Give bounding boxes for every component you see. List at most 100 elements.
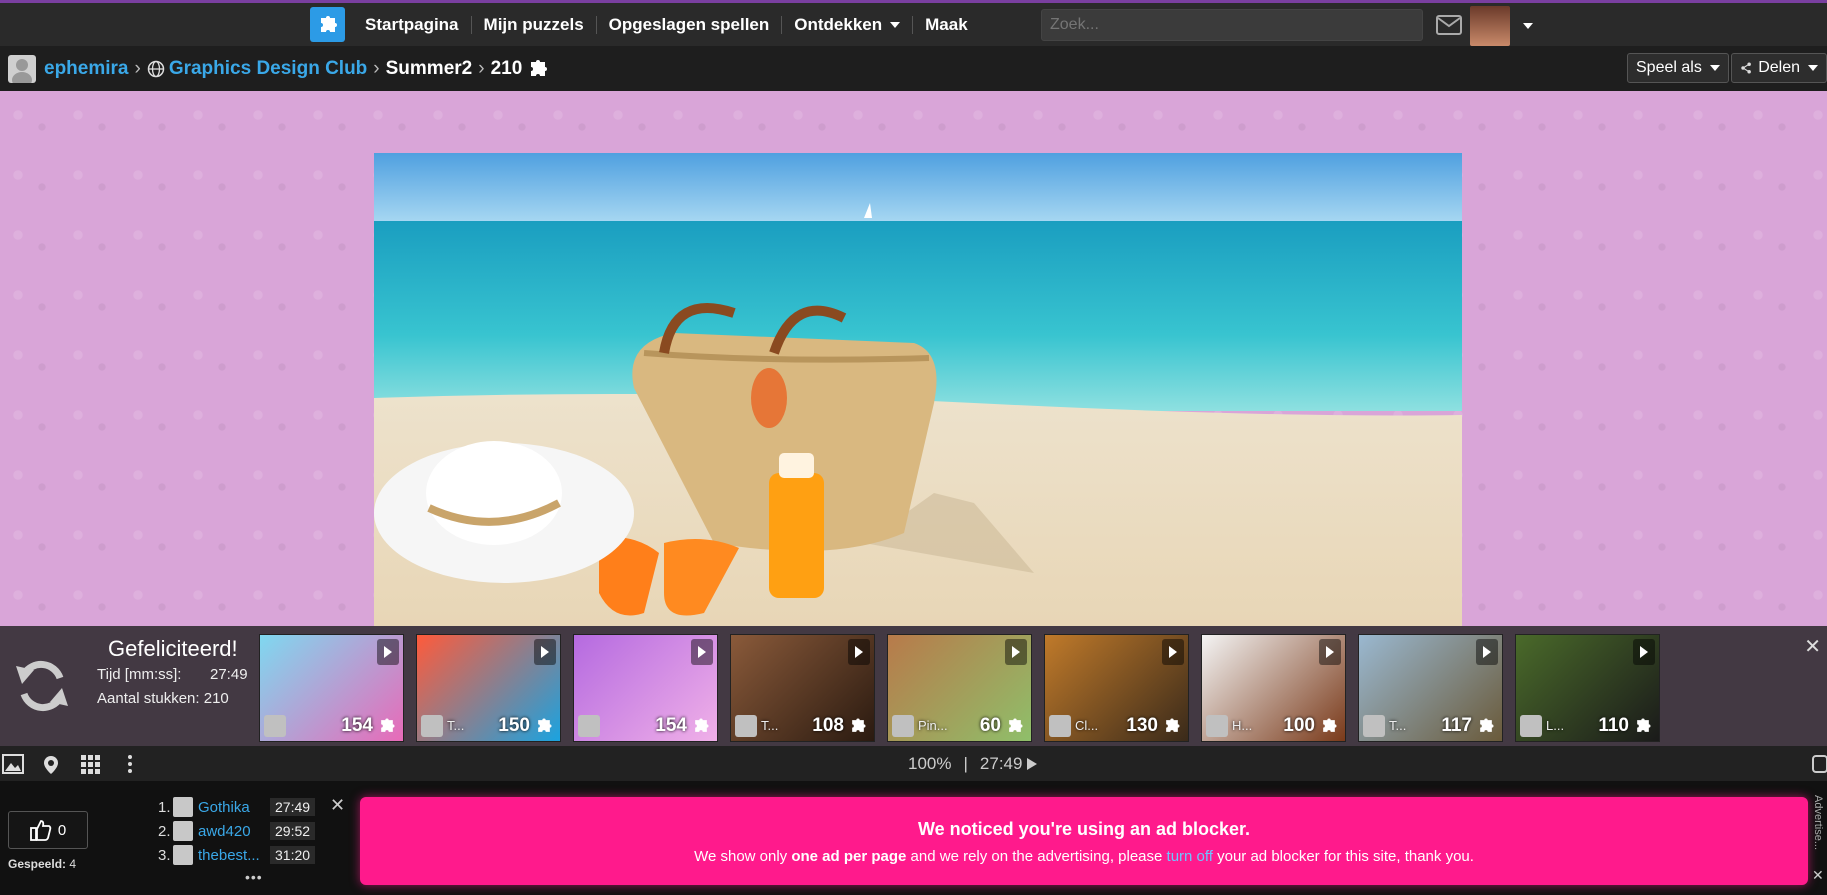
play-icon[interactable]	[377, 639, 399, 665]
piece-count: 154	[341, 715, 373, 736]
author-avatar	[735, 715, 757, 737]
rank: 3.	[158, 846, 171, 864]
thumbnail-author: Pin...	[918, 718, 948, 733]
thumbnail-piece-count: 154	[341, 715, 397, 737]
puzzle-stage[interactable]	[0, 91, 1827, 626]
avatar	[173, 821, 193, 841]
puzzle-thumbnail[interactable]: 154	[259, 634, 404, 742]
image-icon[interactable]	[2, 754, 24, 774]
thumbnail-piece-count: 150	[498, 715, 554, 737]
puzzle-thumbnail[interactable]: T... 108	[730, 634, 875, 742]
play-icon[interactable]	[1476, 639, 1498, 665]
breadcrumb-group[interactable]: Graphics Design Club	[169, 58, 367, 80]
beach-picture	[374, 153, 1462, 626]
puzzle-thumbnail[interactable]: Cl... 130	[1044, 634, 1189, 742]
close-icon[interactable]: ✕	[1804, 634, 1821, 659]
nav-startpagina[interactable]: Startpagina	[365, 15, 472, 34]
puzzle-thumbnail[interactable]: L... 110	[1515, 634, 1660, 742]
player-name[interactable]: awd420	[198, 823, 268, 840]
author-avatar	[1520, 715, 1542, 737]
grid-icon[interactable]	[80, 754, 102, 774]
puzzle-piece-icon	[695, 718, 709, 732]
site-logo[interactable]	[310, 7, 345, 42]
puzzle-piece-icon	[1009, 718, 1023, 732]
played-value: 4	[69, 857, 77, 871]
leaderboard-row: 3. thebest... 31:20	[158, 843, 316, 867]
top-navbar: Startpagina Mijn puzzels Opgeslagen spel…	[0, 0, 1827, 46]
thumbnail-author: T...	[447, 718, 465, 733]
breadcrumb-album[interactable]: Summer2	[386, 58, 473, 80]
more-scores-button[interactable]: •••	[245, 869, 263, 885]
share-button[interactable]: Delen	[1731, 53, 1827, 83]
thumbs-up-icon	[29, 820, 52, 841]
nav-label: Opgeslagen spellen	[608, 14, 770, 34]
search-input[interactable]	[1041, 9, 1423, 41]
zoom-level[interactable]: 100%	[908, 754, 951, 774]
play-as-label: Speel als	[1636, 59, 1702, 76]
puzzle-image[interactable]	[374, 153, 1462, 626]
adblock-heading: We noticed you're using an ad blocker.	[917, 819, 1251, 839]
player-name[interactable]: Gothika	[198, 799, 268, 816]
play-icon[interactable]	[1319, 639, 1341, 665]
player-time: 31:20	[270, 846, 316, 864]
nav-opgeslagen-spellen[interactable]: Opgeslagen spellen	[597, 14, 783, 34]
related-puzzles: 154 T... 150 154 T... 108 Pin... 60 Cl... 130 H...…	[259, 634, 1660, 742]
main-nav: Startpagina Mijn puzzels Opgeslagen spel…	[365, 3, 980, 46]
thumbnail-author: L...	[1546, 718, 1565, 733]
author-avatar	[1049, 715, 1071, 737]
time-value: 27:49	[210, 666, 248, 683]
chevron-down-icon	[1808, 65, 1818, 71]
piece-count: 117	[1441, 715, 1472, 736]
breadcrumb-user[interactable]: ephemira	[44, 58, 128, 80]
close-icon[interactable]: ✕	[1812, 867, 1824, 884]
play-icon[interactable]	[1162, 639, 1184, 665]
mail-icon[interactable]	[1436, 15, 1462, 35]
thumbnail-piece-count: 117	[1441, 715, 1496, 737]
adblock-text-a: We show only	[694, 848, 792, 865]
puzzle-piece-icon	[381, 718, 395, 732]
puzzle-piece-icon	[1166, 718, 1180, 732]
puzzle-thumbnail[interactable]: Pin... 60	[887, 634, 1032, 742]
play-as-button[interactable]: Speel als	[1627, 53, 1729, 83]
adblock-text-c: your ad blocker for this site, thank you…	[1212, 848, 1474, 865]
chevron-down-icon	[1709, 65, 1720, 71]
puzzle-thumbnail[interactable]: H... 100	[1201, 634, 1346, 742]
play-icon[interactable]	[848, 639, 870, 665]
play-icon[interactable]	[1005, 639, 1027, 665]
nav-mijn-puzzels[interactable]: Mijn puzzels	[472, 15, 597, 34]
puzzle-thumbnail[interactable]: T... 117	[1358, 634, 1503, 742]
user-avatar[interactable]	[1470, 6, 1510, 46]
nav-maak[interactable]: Maak	[913, 15, 980, 34]
author-avatar	[578, 715, 600, 737]
ghost-image-icon[interactable]	[40, 754, 62, 776]
like-button[interactable]: 0	[8, 811, 88, 849]
play-icon[interactable]	[1026, 757, 1038, 771]
puzzle-thumbnail[interactable]: 154	[573, 634, 718, 742]
play-icon[interactable]	[1633, 639, 1655, 665]
like-count: 0	[57, 821, 67, 839]
play-icon[interactable]	[534, 639, 556, 665]
player-name[interactable]: thebest...	[198, 847, 268, 864]
more-options-icon[interactable]	[126, 754, 134, 774]
thumbnail-author: Cl...	[1075, 718, 1099, 733]
thumbnail-author: T...	[1389, 718, 1407, 733]
chevron-right-icon: ›	[478, 57, 485, 79]
timer: 27:49	[979, 753, 1023, 773]
play-icon[interactable]	[691, 639, 713, 665]
puzzle-thumbnail[interactable]: T... 150	[416, 634, 561, 742]
author-avatar	[421, 715, 443, 737]
leaderboard: 1. Gothika 27:49 2. awd420 29:52 3. thebest... 3…	[158, 795, 316, 867]
advertise-label[interactable]: Advertise...	[1812, 795, 1824, 850]
nav-ontdekken[interactable]: Ontdekken	[782, 15, 914, 34]
divider: |	[963, 753, 968, 773]
adblock-text-b: and we rely on the advertising, please	[906, 848, 1167, 865]
chevron-down-icon[interactable]	[1523, 23, 1533, 29]
close-icon[interactable]: ✕	[330, 795, 345, 816]
fullscreen-icon[interactable]	[1812, 754, 1827, 774]
time-label: Tijd [mm:ss]:	[97, 666, 182, 683]
replay-icon[interactable]	[12, 658, 72, 714]
rank: 2.	[158, 822, 171, 840]
turn-off-link[interactable]: turn off	[1167, 848, 1213, 865]
piece-count: 60	[979, 715, 1001, 736]
thumbnail-piece-count: 108	[812, 715, 868, 737]
